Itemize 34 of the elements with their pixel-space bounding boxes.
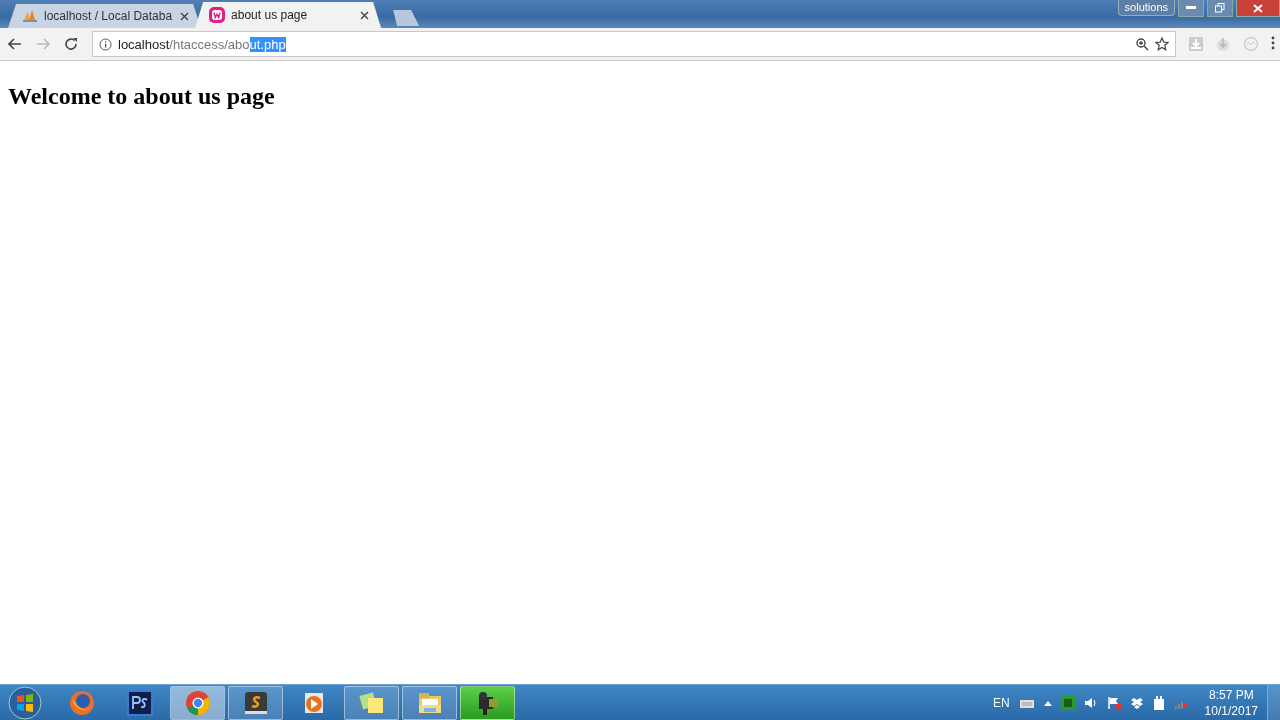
fox-globe-icon — [67, 688, 96, 717]
power-plug-icon[interactable] — [1152, 695, 1165, 710]
close-button[interactable] — [1236, 0, 1280, 17]
forward-arrow-icon — [36, 38, 50, 50]
sail-icon — [22, 9, 38, 23]
reload-icon — [64, 37, 78, 51]
restore-button[interactable] — [1207, 0, 1233, 17]
star-icon[interactable] — [1155, 37, 1169, 51]
profile-button[interactable]: solutions — [1117, 0, 1175, 16]
start-orb-icon — [8, 685, 42, 720]
restore-icon — [1215, 3, 1225, 13]
w-logo-icon — [209, 7, 226, 23]
minimize-button[interactable] — [1178, 0, 1204, 17]
ring-logo-icon — [183, 688, 212, 717]
taskbar-app-button[interactable] — [228, 685, 283, 720]
taskbar-app-button[interactable] — [460, 685, 515, 720]
flag-icon[interactable] — [1106, 695, 1121, 710]
speaker-icon[interactable] — [1083, 696, 1098, 709]
address-bar[interactable]: localhost/htaccess/about.php — [92, 31, 1176, 57]
up-arrow-icon[interactable] — [1043, 699, 1052, 706]
ps-logo-icon — [125, 688, 154, 717]
minimize-icon — [1186, 6, 1196, 10]
clock[interactable]: 8:57 PM 10/1/2017 — [1204, 686, 1258, 719]
box-icon[interactable] — [1129, 696, 1144, 709]
menu-icon[interactable] — [1270, 36, 1276, 50]
tray-app-icon[interactable] — [1060, 695, 1075, 710]
back-arrow-icon — [8, 38, 22, 50]
language-indicator[interactable]: EN — [992, 695, 1010, 710]
browser-tab[interactable]: about us page — [195, 2, 382, 28]
info-icon — [99, 37, 112, 51]
url-text: localhost/htaccess/about.php — [118, 36, 287, 52]
zoom-icon[interactable] — [1136, 37, 1149, 51]
page-heading: Welcome to about us page — [8, 83, 276, 110]
close-icon — [1253, 3, 1263, 13]
